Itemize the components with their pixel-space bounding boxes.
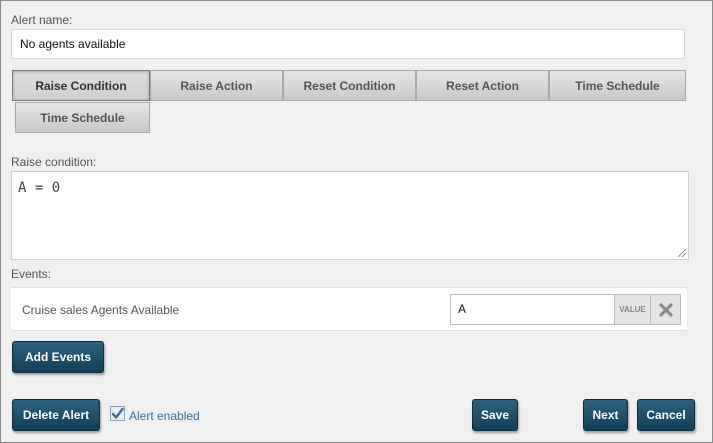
tab-raise-condition[interactable]: Raise Condition: [12, 70, 150, 101]
events-label: Events:: [11, 267, 52, 281]
raise-condition-value: A = 0: [18, 180, 61, 196]
delete-alert-button[interactable]: Delete Alert: [12, 399, 100, 431]
alert-name-label: Alert name:: [11, 13, 73, 27]
checkmark-icon: [111, 407, 124, 419]
cancel-button[interactable]: Cancel: [637, 399, 695, 431]
event-row: Cruise sales Agents Available A VALUE: [11, 287, 687, 331]
event-variable-input[interactable]: A: [450, 294, 614, 325]
alert-enabled-checkbox[interactable]: [110, 406, 125, 421]
next-button[interactable]: Next: [583, 399, 628, 431]
tab-raise-action[interactable]: Raise Action: [150, 70, 283, 101]
raise-condition-textarea[interactable]: A = 0: [11, 171, 689, 260]
alert-enabled-label[interactable]: Alert enabled: [129, 409, 200, 423]
resize-grip-icon[interactable]: [678, 249, 686, 257]
save-button[interactable]: Save: [472, 399, 518, 431]
tab-reset-condition[interactable]: Reset Condition: [283, 70, 416, 101]
alert-name-input[interactable]: No agents available: [11, 29, 685, 59]
tab-reset-action[interactable]: Reset Action: [416, 70, 549, 101]
add-events-button[interactable]: Add Events: [12, 341, 104, 373]
tab-time-schedule-2[interactable]: Time Schedule: [15, 102, 150, 133]
value-tag: VALUE: [614, 294, 650, 325]
raise-condition-label: Raise condition:: [11, 155, 97, 169]
close-icon: [658, 302, 673, 317]
event-name: Cruise sales Agents Available: [22, 303, 180, 317]
remove-event-button[interactable]: [650, 294, 681, 325]
tab-time-schedule[interactable]: Time Schedule: [549, 70, 686, 101]
